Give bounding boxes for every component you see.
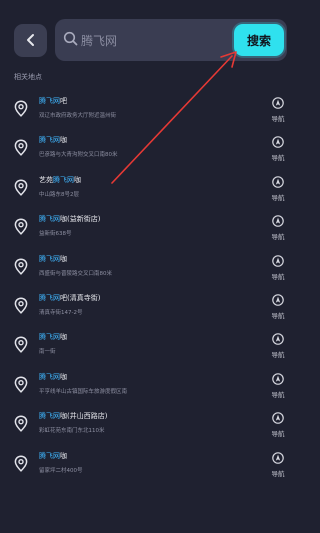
navigation-icon — [272, 294, 284, 306]
navigate-button[interactable]: 导航 — [266, 372, 290, 399]
location-pin-icon — [14, 297, 28, 314]
title-suffix: 咖 — [60, 333, 67, 342]
list-item[interactable]: 腾飞网吧(清真寺街) 清真寺街147-2号 导航 — [0, 285, 300, 324]
navigation-icon — [272, 451, 284, 464]
result-title: 腾飞网咖 — [39, 254, 67, 264]
result-address: 平亨线羊山古镇国际车旅游度假区南 — [39, 388, 128, 395]
list-item[interactable]: 腾飞网咖西盛街与晋陵路交叉口南80米 导航 — [0, 246, 300, 285]
title-suffix: 咖 — [74, 175, 81, 184]
title-highlight: 腾飞网 — [39, 293, 60, 302]
results-list: 腾飞网吧 双辽市政府政务大厅附近温州街 导航 腾飞网咖 巴彦路与大青沟附交叉口南80米导… — [0, 88, 300, 482]
navigation-icon — [272, 175, 284, 188]
navigation-icon — [272, 372, 284, 385]
result-address: 巴彦路与大青沟附交叉口南80米 — [39, 152, 118, 159]
navigate-button[interactable]: 导航 — [266, 254, 290, 281]
navigate-label: 导航 — [271, 233, 285, 242]
title-suffix: 吧(清真寺街) — [60, 293, 101, 302]
location-pin-icon — [14, 100, 28, 117]
title-highlight: 腾飞网 — [53, 175, 74, 184]
search-icon — [63, 31, 78, 46]
search-input[interactable] — [81, 32, 221, 50]
chevron-left-icon — [27, 34, 34, 46]
result-title: 腾飞网咖(井山西路店) — [39, 411, 107, 421]
navigate-label: 导航 — [271, 469, 285, 478]
result-title: 腾飞网咖 — [39, 332, 67, 342]
title-suffix: 咖(益新街店) — [60, 215, 101, 224]
navigate-label: 导航 — [271, 272, 285, 281]
top-bar: 搜索 — [0, 0, 300, 64]
back-button[interactable] — [14, 24, 47, 57]
list-item[interactable]: 艺苑腾飞网咖 中山路东8号2层 导航 — [0, 167, 300, 206]
list-item[interactable]: 腾飞网咖(井山西路店) 彩虹花苑东南门东北110米 导航 — [0, 403, 300, 442]
title-highlight: 腾飞网 — [39, 372, 60, 381]
title-suffix: 咖(井山西路店) — [60, 412, 108, 421]
result-address: 彩虹花苑东南门东北110米 — [39, 428, 105, 435]
title-highlight: 腾飞网 — [39, 254, 60, 263]
search-button[interactable]: 搜索 — [234, 24, 284, 56]
result-title: 艺苑腾飞网咖 — [39, 175, 81, 185]
navigate-button[interactable]: 导航 — [266, 412, 290, 438]
location-pin-icon — [14, 139, 28, 157]
list-item[interactable]: 腾飞网吧双辽市政府政务大厅附近温州街 导航 — [0, 88, 300, 127]
navigate-button[interactable]: 导航 — [266, 175, 290, 202]
title-highlight: 腾飞网 — [39, 136, 60, 145]
result-address: 益新街638号 — [39, 231, 72, 238]
title-highlight: 腾飞网 — [39, 215, 60, 224]
result-title: 腾飞网吧(清真寺街) — [39, 293, 100, 303]
navigate-label: 导航 — [271, 311, 285, 320]
result-address: 中山路东8号2层 — [39, 191, 79, 198]
result-title: 腾飞网咖 — [39, 451, 67, 461]
list-item[interactable]: 腾飞网咖(益新街店) 益新街638号 导航 — [0, 206, 300, 245]
navigate-button[interactable]: 导航 — [266, 215, 290, 241]
location-pin-icon — [14, 415, 28, 432]
navigation-icon — [272, 254, 284, 267]
navigation-icon — [272, 412, 284, 424]
navigation-icon — [272, 333, 284, 346]
location-pin-icon — [14, 376, 28, 393]
list-item[interactable]: 腾飞网咖平亨线羊山古镇国际车旅游度假区南 导航 — [0, 364, 300, 403]
navigate-label: 导航 — [271, 154, 285, 163]
result-address: 双辽市政府政务大厅附近温州街 — [39, 113, 117, 119]
location-pin-icon — [14, 336, 28, 354]
title-suffix: 咖 — [60, 136, 67, 145]
navigate-label: 导航 — [271, 115, 285, 123]
navigation-icon — [272, 215, 284, 227]
location-pin-icon — [14, 258, 28, 275]
title-highlight: 腾飞网 — [39, 412, 60, 421]
navigate-button[interactable]: 导航 — [266, 451, 290, 478]
result-address: 清真寺街147-2号 — [39, 309, 83, 316]
navigation-icon — [272, 97, 284, 109]
navigate-label: 导航 — [271, 390, 285, 399]
title-prefix: 艺苑 — [39, 175, 53, 184]
navigation-icon — [272, 136, 284, 149]
location-pin-icon — [14, 218, 28, 235]
list-item[interactable]: 腾飞网咖留家坪二村400号 导航 — [0, 443, 300, 482]
result-address: 南一街 — [39, 349, 56, 356]
location-pin-icon — [14, 454, 28, 472]
title-suffix: 咖 — [60, 451, 67, 460]
navigate-label: 导航 — [271, 430, 285, 439]
title-highlight: 腾飞网 — [39, 333, 60, 342]
navigate-button[interactable]: 导航 — [266, 333, 290, 359]
navigate-button[interactable]: 导航 — [266, 294, 290, 320]
navigate-button[interactable]: 导航 — [266, 97, 290, 123]
result-address: 留家坪二村400号 — [39, 467, 83, 474]
list-item[interactable]: 腾飞网咖巴彦路与大青沟附交叉口南80米 导航 — [0, 127, 300, 166]
result-title: 腾飞网咖 — [39, 372, 67, 382]
result-title: 腾飞网吧 — [39, 96, 67, 106]
section-label: 相关地点 — [14, 73, 42, 81]
title-suffix: 咖 — [60, 254, 67, 263]
result-title: 腾飞网咖 — [39, 135, 67, 145]
navigate-button[interactable]: 导航 — [266, 136, 290, 162]
location-pin-icon — [14, 179, 28, 196]
result-title: 腾飞网咖(益新街店) — [39, 214, 100, 224]
navigate-label: 导航 — [271, 351, 285, 360]
list-item[interactable]: 腾飞网咖 南一街 导航 — [0, 324, 300, 363]
navigate-label: 导航 — [271, 193, 285, 202]
title-highlight: 腾飞网 — [39, 451, 60, 460]
result-address: 西盛街与晋陵路交叉口南80米 — [39, 270, 112, 277]
title-highlight: 腾飞网 — [39, 97, 60, 105]
title-suffix: 吧 — [60, 97, 67, 105]
title-suffix: 咖 — [60, 372, 67, 381]
